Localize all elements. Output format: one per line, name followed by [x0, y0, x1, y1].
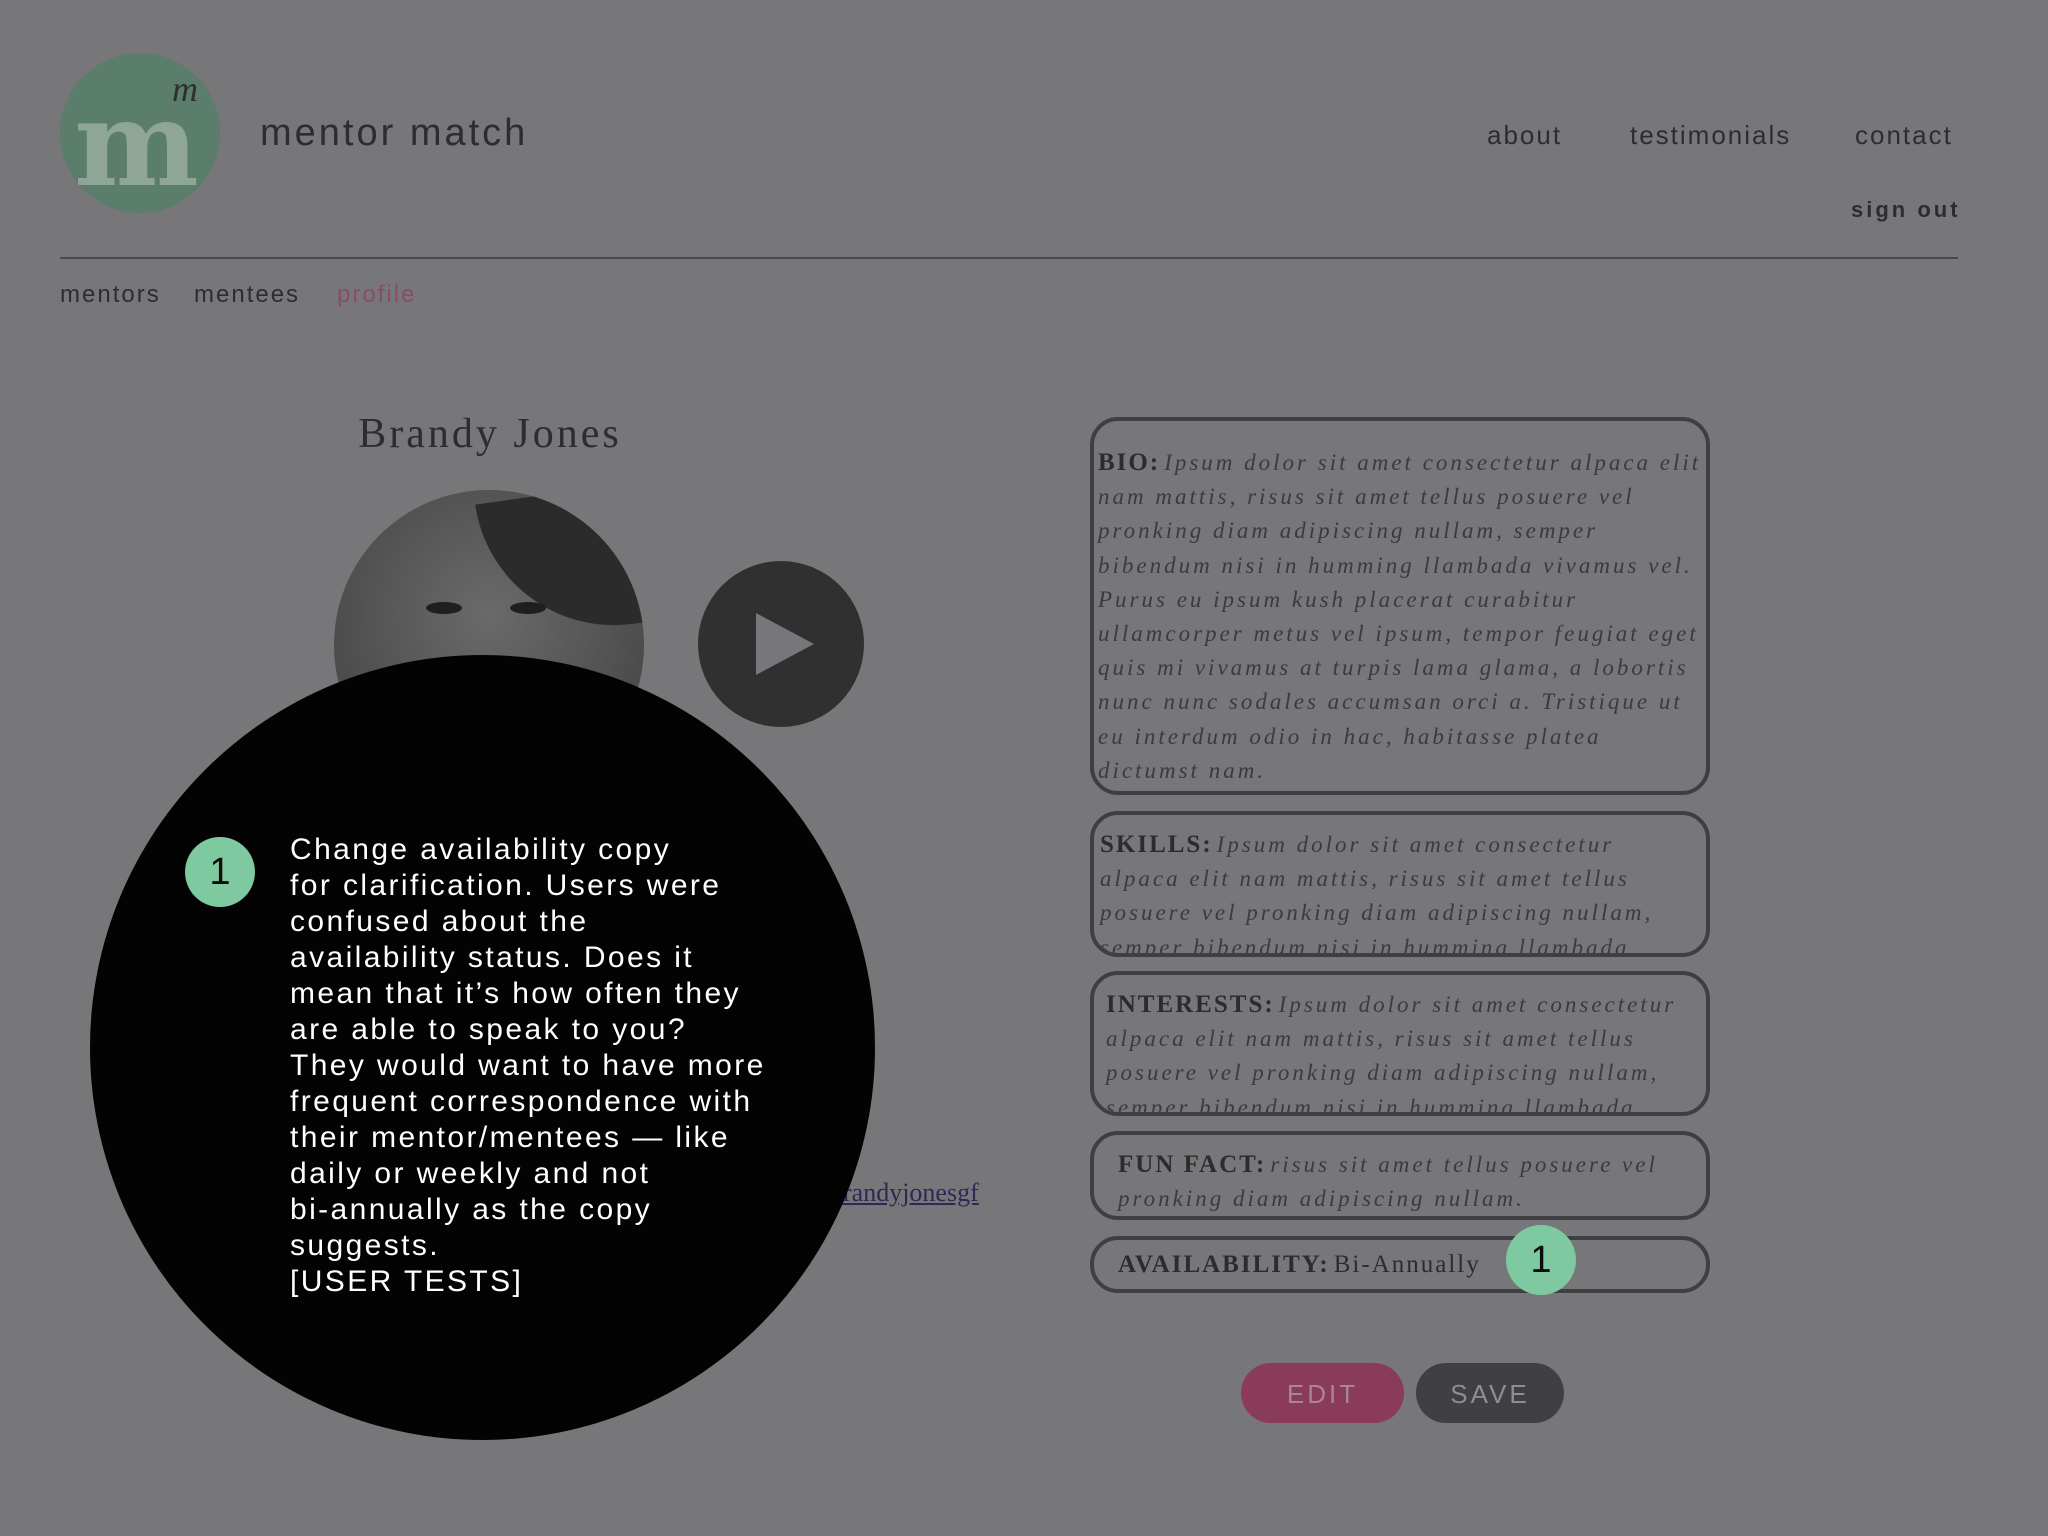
profile-name: Brandy Jones — [358, 411, 622, 457]
avatar-eye-left — [426, 602, 462, 614]
sign-out-link[interactable]: sign out — [1851, 197, 1961, 223]
interests-box: INTERESTS: Ipsum dolor sit amet consecte… — [1090, 971, 1710, 1116]
bio-box: BIO: Ipsum dolor sit amet consectetur al… — [1090, 417, 1710, 795]
subnav-mentors[interactable]: mentors — [60, 281, 161, 309]
subnav-mentees[interactable]: mentees — [194, 281, 300, 309]
availability-label: AVAILABILITY: — [1118, 1251, 1330, 1278]
profile-page: m m mentor match about testimonials cont… — [0, 0, 2048, 1536]
availability-value: Bi-Annually — [1333, 1251, 1481, 1278]
profile-link[interactable]: brandyjonesgf — [830, 1178, 979, 1208]
annotation-text: Change availability copy for clarificati… — [290, 833, 766, 1298]
availability-box: AVAILABILITY: Bi-Annually — [1090, 1236, 1710, 1293]
bio-text: Ipsum dolor sit amet consectetur alpaca … — [1098, 450, 1702, 783]
mentor-match-logo[interactable]: m m — [60, 53, 220, 213]
header-divider — [60, 257, 1958, 259]
subnav-profile[interactable]: profile — [337, 281, 416, 309]
nav-about[interactable]: about — [1487, 120, 1562, 151]
avatar-hair — [475, 490, 644, 644]
nav-contact[interactable]: contact — [1855, 120, 1953, 151]
skills-box: SKILLS: Ipsum dolor sit amet consectetur… — [1090, 811, 1710, 957]
nav-testimonials[interactable]: testimonials — [1630, 120, 1791, 151]
annotation-marker: 1 — [185, 837, 255, 907]
play-icon — [756, 613, 814, 675]
fun-fact-label: FUN FACT: — [1118, 1151, 1267, 1178]
brand-name[interactable]: mentor match — [260, 112, 528, 155]
play-video-button[interactable] — [698, 561, 864, 727]
save-button[interactable]: SAVE — [1416, 1363, 1564, 1423]
bio-label: BIO: — [1098, 449, 1161, 476]
skills-label: SKILLS: — [1100, 831, 1213, 858]
fun-fact-box: FUN FACT: risus sit amet tellus posuere … — [1090, 1131, 1710, 1220]
logo-small-letter: m — [172, 69, 198, 109]
edit-button[interactable]: EDIT — [1241, 1363, 1404, 1423]
availability-annotation-marker: 1 — [1506, 1225, 1576, 1295]
avatar-eye-right — [510, 602, 546, 614]
interests-label: INTERESTS: — [1106, 991, 1275, 1018]
